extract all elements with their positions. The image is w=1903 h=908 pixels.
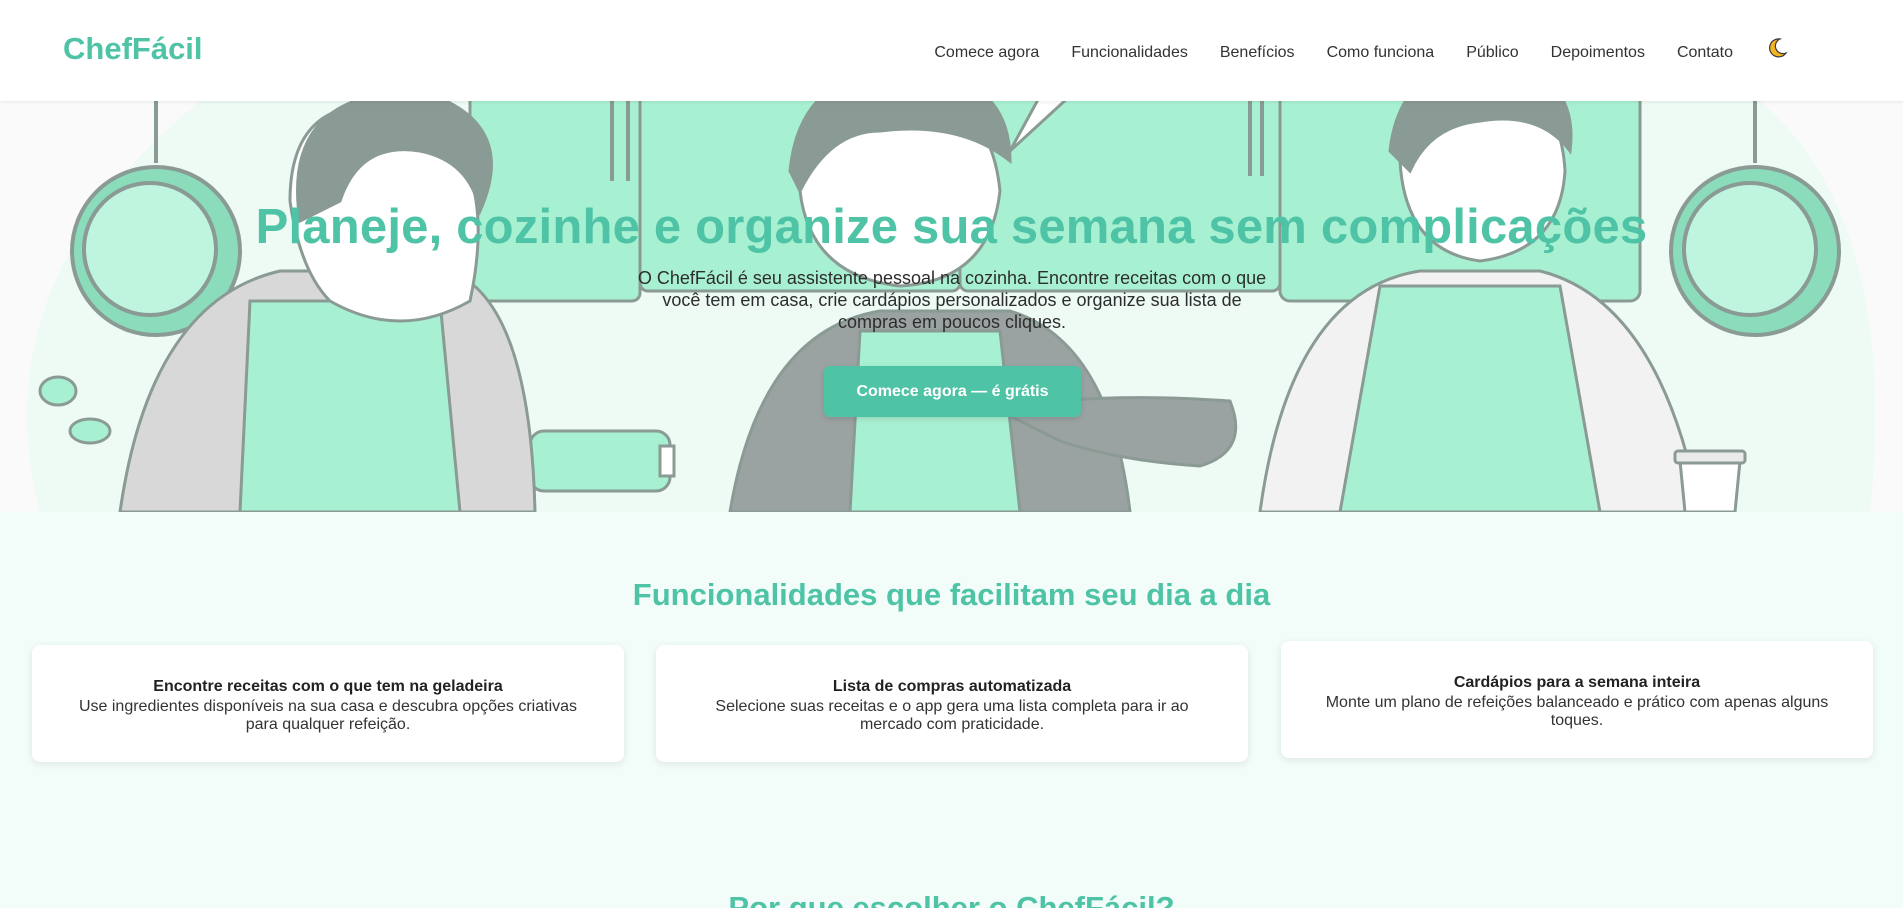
why-choose-title: Por que escolher o ChefFácil? [728, 890, 1175, 908]
feature-card-title: Encontre receitas com o que tem na gelad… [153, 678, 503, 695]
hero-subtitle: O ChefFácil é seu assistente pessoal na … [637, 268, 1267, 332]
hero-title: Planeje, cozinhe e organize sua semana s… [255, 200, 1648, 254]
hero-section: Planeje, cozinhe e organize sua semana s… [0, 101, 1903, 512]
feature-card-text: Selecione suas receitas e o app gera uma… [715, 698, 1189, 733]
feature-card-text: Use ingredientes disponíveis na sua casa… [78, 698, 578, 733]
feature-card-weekly-menu: Cardápios para a semana inteira Monte um… [1281, 641, 1873, 758]
nav-link-como-funciona[interactable]: Como funciona [1327, 44, 1435, 62]
nav-link-depoimentos[interactable]: Depoimentos [1551, 44, 1645, 62]
nav-link-publico[interactable]: Público [1466, 44, 1518, 62]
moon-icon[interactable] [1765, 36, 1789, 64]
nav-link-contato[interactable]: Contato [1677, 44, 1733, 62]
cta-start-free-button[interactable]: Comece agora — é grátis [824, 366, 1081, 417]
brand-logo[interactable]: ChefFácil [63, 31, 203, 67]
features-section: Funcionalidades que facilitam seu dia a … [0, 512, 1903, 908]
feature-card-text: Monte um plano de refeições balanceado e… [1325, 694, 1829, 729]
nav-link-funcionalidades[interactable]: Funcionalidades [1071, 44, 1188, 62]
feature-card-title: Cardápios para a semana inteira [1453, 674, 1701, 691]
navbar: ChefFácil Comece agora Funcionalidades B… [0, 0, 1903, 101]
feature-card-title: Lista de compras automatizada [832, 678, 1072, 695]
main-nav: Comece agora Funcionalidades Benefícios … [934, 38, 1789, 64]
nav-link-comece-agora[interactable]: Comece agora [934, 44, 1039, 62]
feature-card-shopping-list: Lista de compras automatizada Selecione … [656, 645, 1248, 762]
nav-link-beneficios[interactable]: Benefícios [1220, 44, 1295, 62]
feature-card-recipes: Encontre receitas com o que tem na gelad… [32, 645, 624, 762]
features-title: Funcionalidades que facilitam seu dia a … [632, 577, 1271, 612]
